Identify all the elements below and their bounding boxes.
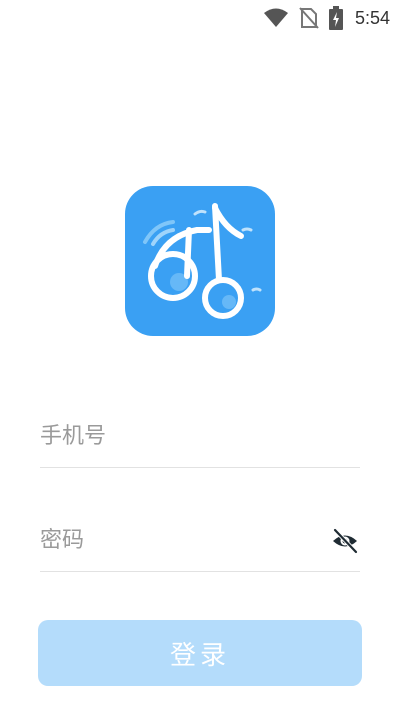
wifi-icon bbox=[263, 8, 289, 28]
battery-charging-icon bbox=[328, 6, 343, 30]
no-sim-icon bbox=[299, 7, 319, 29]
eye-off-icon[interactable] bbox=[330, 526, 360, 556]
password-input[interactable] bbox=[40, 520, 320, 560]
music-note-logo-icon bbox=[143, 203, 262, 319]
phone-input[interactable] bbox=[40, 416, 320, 456]
password-field-container bbox=[40, 512, 360, 572]
login-button[interactable]: 登录 bbox=[38, 620, 362, 686]
app-logo bbox=[125, 186, 275, 336]
clock-time: 5:54 bbox=[354, 7, 390, 28]
status-bar: 5:54 bbox=[0, 0, 400, 36]
phone-field-container bbox=[40, 408, 360, 468]
